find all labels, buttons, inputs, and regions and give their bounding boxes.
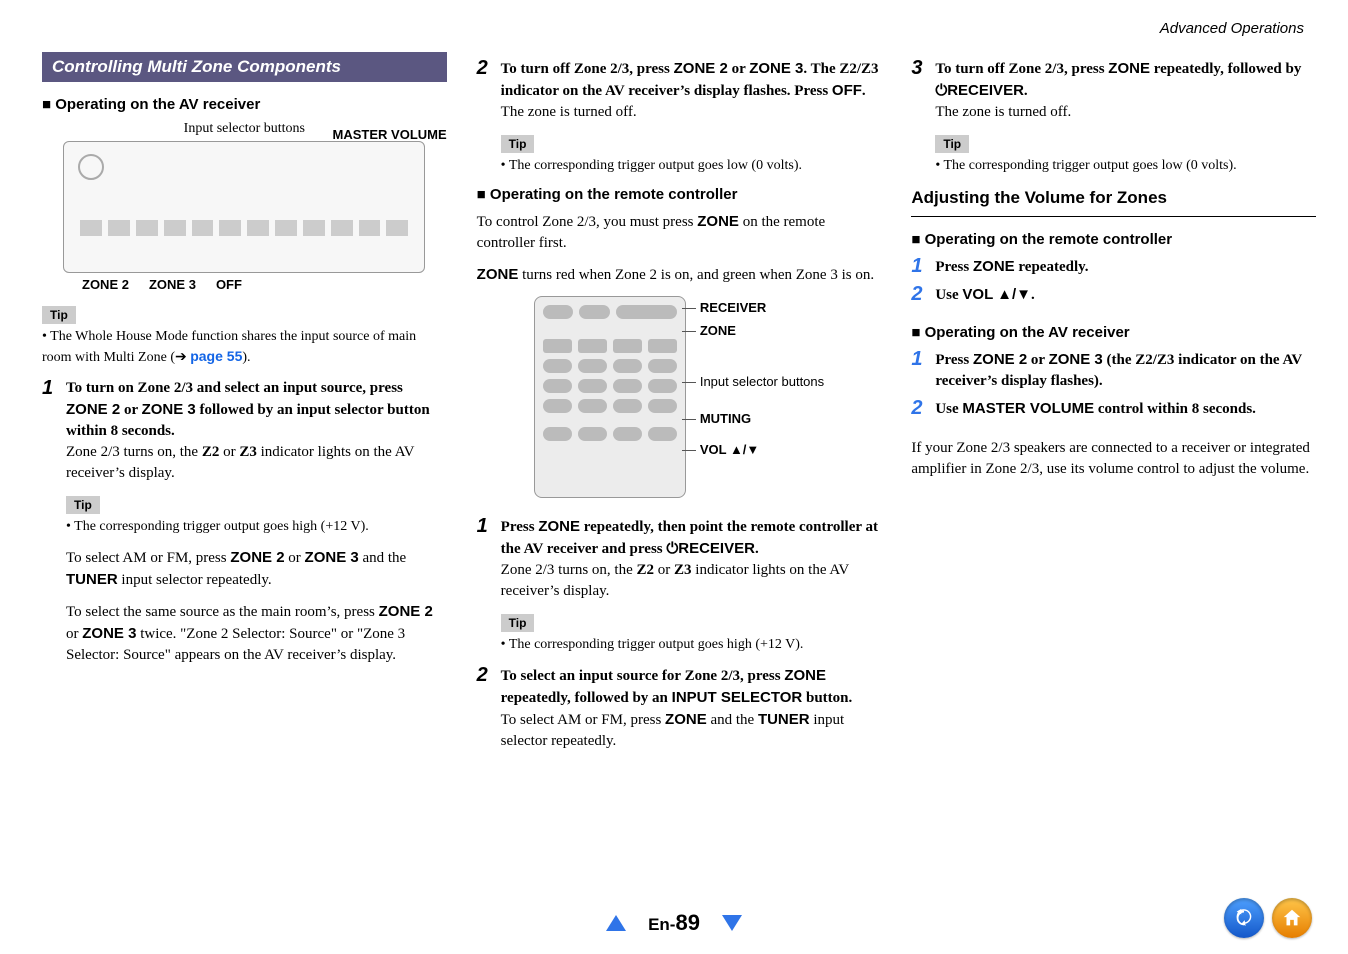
link-page-55[interactable]: page 55: [190, 348, 242, 364]
av-step-2: Use MASTER VOLUME control within 8 secon…: [935, 398, 1256, 420]
header-section: Advanced Operations: [1160, 20, 1304, 37]
heading-adjusting-volume: Adjusting the Volume for Zones: [911, 188, 1316, 208]
remote-step-1-body: Press ZONE repeatedly, then point the re…: [501, 516, 882, 602]
step-number-3: 3: [911, 58, 925, 123]
home-icon: [1281, 907, 1303, 929]
remote-controller-diagram: [534, 296, 686, 498]
page-prev-icon[interactable]: [606, 915, 626, 931]
heading-operating-remote: ■ Operating on the remote controller: [911, 231, 1316, 248]
rule: [911, 216, 1316, 217]
page-next-icon[interactable]: [722, 915, 742, 931]
receiver-power-icon: ⏻: [935, 82, 947, 99]
av-receiver-diagram: [63, 141, 425, 273]
remote-label-zone: ZONE: [700, 323, 824, 338]
tip-text: • The corresponding trigger output goes …: [501, 636, 882, 655]
step-2-body: To turn off Zone 2/3, press ZONE 2 or ZO…: [501, 58, 882, 123]
heading-operating-av: ■ Operating on the AV receiver: [911, 324, 1316, 341]
step-number-1: 1: [42, 378, 56, 484]
av-step-1: Press ZONE 2 or ZONE 3 (the Z2/Z3 indica…: [935, 349, 1316, 392]
step-number-1: 1: [911, 349, 925, 392]
tip-label: Tip: [501, 135, 535, 153]
vol-step-2: Use VOL ▲/▼.: [935, 284, 1034, 306]
nav-home-button[interactable]: [1272, 898, 1312, 938]
back-arrow-icon: [1233, 907, 1255, 929]
remote-label-vol: VOL ▲/▼: [700, 442, 824, 457]
step-1-body: To turn on Zone 2/3 and select an input …: [66, 378, 447, 484]
volume-note: If your Zone 2/3 speakers are connected …: [911, 438, 1316, 480]
step-number-1: 1: [477, 516, 491, 602]
step-number-1: 1: [911, 256, 925, 278]
remote-label-receiver: RECEIVER: [700, 300, 824, 315]
column-1: Controlling Multi Zone Components ■ Oper…: [42, 52, 447, 758]
step-number-2: 2: [911, 398, 925, 420]
nav-back-button[interactable]: [1224, 898, 1264, 938]
remote-label-input-selector: Input selector buttons: [700, 374, 824, 389]
page-number: En-89: [648, 910, 700, 936]
para-same-source: To select the same source as the main ro…: [66, 601, 447, 666]
step-number-2: 2: [477, 665, 491, 752]
page-footer: En-89: [0, 910, 1348, 936]
tip-label: Tip: [66, 496, 100, 514]
tip-label: Tip: [501, 614, 535, 632]
column-2: 2 To turn off Zone 2/3, press ZONE 2 or …: [477, 52, 882, 758]
remote-step-2-body: To select an input source for Zone 2/3, …: [501, 665, 882, 752]
diagram-label-off: OFF: [216, 277, 242, 292]
step-number-2: 2: [911, 284, 925, 306]
section-title: Controlling Multi Zone Components: [42, 52, 447, 82]
column-3: 3 To turn off Zone 2/3, press ZONE repea…: [911, 52, 1316, 758]
receiver-power-icon: ⏻: [666, 540, 678, 557]
heading-operating-av: ■ Operating on the AV receiver: [42, 96, 447, 113]
heading-operating-remote: ■ Operating on the remote controller: [477, 186, 882, 203]
step-number-2: 2: [477, 58, 491, 123]
tip-text: • The corresponding trigger output goes …: [66, 518, 447, 537]
tip-text: • The corresponding trigger output goes …: [501, 157, 882, 176]
diagram-label-zone3: ZONE 3: [149, 277, 196, 292]
tip-text: • The Whole House Mode function shares t…: [42, 328, 447, 368]
remote-label-muting: MUTING: [700, 411, 824, 426]
tip-text: • The corresponding trigger output goes …: [935, 157, 1316, 176]
diagram-label-zone2: ZONE 2: [82, 277, 129, 292]
diagram-label-master-volume: MASTER VOLUME: [333, 127, 447, 142]
remote-labels: RECEIVER ZONE Input selector buttons MUT…: [700, 296, 824, 498]
tip-label: Tip: [935, 135, 969, 153]
remote-intro-2: ZONE turns red when Zone 2 is on, and gr…: [477, 264, 882, 286]
step-3-body: To turn off Zone 2/3, press ZONE repeate…: [935, 58, 1316, 123]
remote-intro-1: To control Zone 2/3, you must press ZONE…: [477, 211, 882, 254]
para-select-am-fm: To select AM or FM, press ZONE 2 or ZONE…: [66, 547, 447, 591]
vol-step-1: Press ZONE repeatedly.: [935, 256, 1088, 278]
tip-label: Tip: [42, 306, 76, 324]
